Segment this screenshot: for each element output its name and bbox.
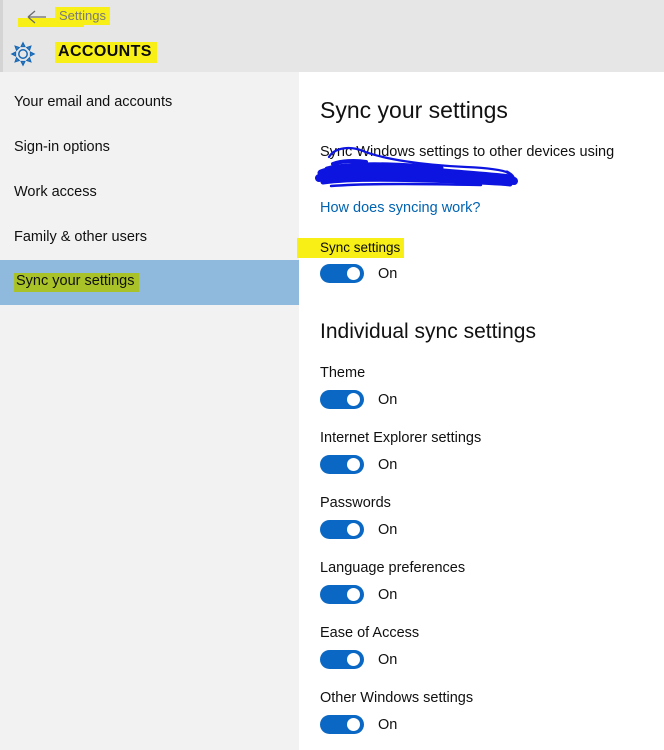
toggle-state-label: On	[378, 716, 398, 733]
sidebar-item-work-access[interactable]: Work access	[0, 170, 299, 215]
toggle-state-label: On	[378, 456, 398, 473]
main-content: Sync your settings Sync Windows settings…	[297, 72, 664, 750]
page-title: ACCOUNTS	[55, 42, 157, 63]
sidebar-item-label: Family & other users	[14, 228, 147, 245]
setting-label: Internet Explorer settings	[320, 430, 482, 446]
ease-of-access-toggle[interactable]	[320, 650, 364, 670]
individual-sync-settings-heading: Individual sync settings	[320, 320, 536, 343]
back-arrow-icon[interactable]	[26, 8, 48, 26]
toggle-knob	[347, 267, 360, 280]
settings-window: Settings ACCOUNTS Your email and account…	[0, 0, 664, 750]
sync-setting-internet-explorer-settings: Internet Explorer settings On	[320, 430, 650, 475]
sidebar-item-label: Sign-in options	[14, 138, 110, 155]
back-label[interactable]: Settings	[55, 7, 110, 25]
setting-label: Ease of Access	[320, 625, 420, 641]
sidebar-item-sync-your-settings[interactable]: Sync your settings	[0, 260, 299, 305]
sidebar-item-family-and-other-users[interactable]: Family & other users	[0, 215, 299, 260]
sidebar-item-your-email-and-accounts[interactable]: Your email and accounts	[0, 80, 299, 125]
sync-setting-language-preferences: Language preferences On	[320, 560, 650, 605]
sync-settings-toggle[interactable]	[320, 264, 364, 283]
theme-toggle[interactable]	[320, 390, 364, 410]
sync-settings-label: Sync settings	[320, 240, 401, 255]
sync-setting-passwords: Passwords On	[320, 495, 650, 540]
toggle-knob	[347, 393, 360, 407]
toggle-knob	[347, 458, 360, 472]
setting-toggle-row: On	[320, 455, 650, 475]
setting-label: Theme	[320, 365, 366, 381]
sync-setting-other-windows-settings: Other Windows settings On	[320, 690, 650, 735]
toggle-knob	[347, 588, 360, 602]
sidebar-item-label: Work access	[14, 183, 97, 200]
language-preferences-toggle[interactable]	[320, 585, 364, 605]
sidebar-item-sign-in-options[interactable]: Sign-in options	[0, 125, 299, 170]
sync-settings-toggle-row: On	[320, 264, 397, 283]
gear-icon	[10, 41, 36, 67]
setting-toggle-row: On	[320, 520, 650, 540]
toggle-state-label: On	[378, 521, 398, 538]
internet-explorer-settings-toggle[interactable]	[320, 455, 364, 475]
toggle-state-label: On	[378, 391, 398, 408]
toggle-knob	[347, 718, 360, 732]
toggle-knob	[347, 523, 360, 537]
sync-setting-theme: Theme On	[320, 365, 650, 410]
other-windows-settings-toggle[interactable]	[320, 715, 364, 735]
toggle-state-label: On	[378, 651, 398, 668]
setting-toggle-row: On	[320, 650, 650, 670]
title-bar: Settings ACCOUNTS	[0, 0, 664, 72]
toggle-knob	[347, 653, 360, 667]
setting-toggle-row: On	[320, 585, 650, 605]
toggle-state-label: On	[378, 586, 398, 603]
sync-setting-ease-of-access: Ease of Access On	[320, 625, 650, 670]
setting-toggle-row: On	[320, 390, 650, 410]
setting-toggle-row: On	[320, 715, 650, 735]
sync-description: Sync Windows settings to other devices u…	[320, 144, 615, 160]
toggle-state-label: On	[378, 265, 398, 282]
sidebar: Your email and accounts Sign-in options …	[0, 72, 299, 750]
setting-label: Other Windows settings	[320, 690, 474, 706]
setting-label: Passwords	[320, 495, 391, 511]
content-page-title: Sync your settings	[320, 97, 508, 123]
sidebar-item-label: Sync your settings	[14, 273, 140, 292]
setting-label: Language preferences	[320, 560, 466, 576]
passwords-toggle[interactable]	[320, 520, 364, 540]
sidebar-item-label: Your email and accounts	[14, 93, 173, 110]
back-navigation-row: Settings	[0, 6, 300, 28]
how-does-syncing-work-link[interactable]: How does syncing work?	[320, 200, 480, 216]
